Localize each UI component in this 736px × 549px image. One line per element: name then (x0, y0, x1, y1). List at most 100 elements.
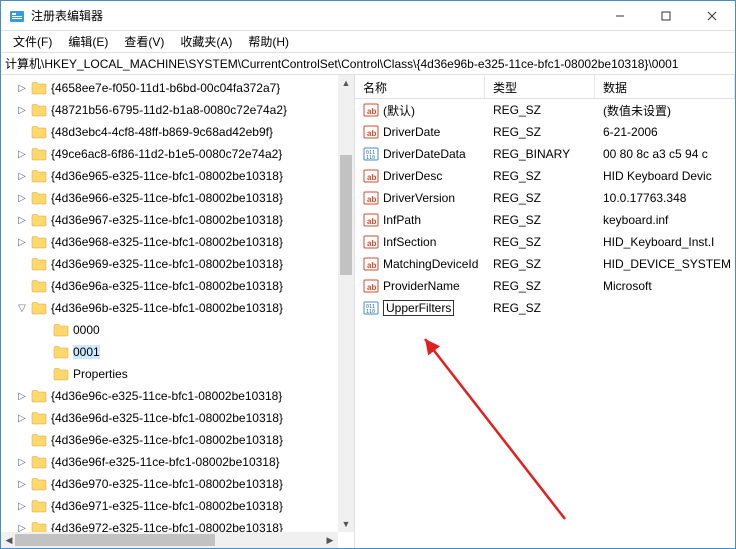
tree-panel: ▷{4658ee7e-f050-11d1-b6bd-00c04fa372a7}▷… (1, 75, 355, 548)
tree-item-label: 0000 (73, 323, 100, 337)
expand-toggle-icon[interactable]: ▷ (15, 213, 29, 227)
tree-item[interactable]: ▷{4d36e966-e325-11ce-bfc1-08002be10318} (1, 187, 338, 209)
tree-item[interactable]: ▷{4d36e967-e325-11ce-bfc1-08002be10318} (1, 209, 338, 231)
rename-input[interactable]: UpperFilters (383, 300, 454, 316)
tree-item-label: {48721b56-6795-11d2-b1a8-0080c72e74a2} (51, 103, 287, 117)
list-row[interactable]: abDriverVersionREG_SZ10.0.17763.348 (355, 187, 735, 209)
menu-edit[interactable]: 编辑(E) (60, 31, 116, 52)
tree-item[interactable]: 0000 (1, 319, 338, 341)
list-row[interactable]: abInfSectionREG_SZHID_Keyboard_Inst.I (355, 231, 735, 253)
menu-view[interactable]: 查看(V) (116, 31, 172, 52)
value-name: MatchingDeviceId (383, 257, 478, 271)
scroll-right-arrow-icon[interactable]: ▶ (322, 532, 338, 548)
tree-scrollbar-vertical[interactable]: ▲ ▼ (338, 75, 354, 532)
expand-toggle-icon[interactable] (15, 433, 29, 447)
folder-icon (31, 521, 47, 532)
expand-toggle-icon[interactable]: ▷ (15, 389, 29, 403)
list-row[interactable]: 011110UpperFiltersREG_SZ (355, 297, 735, 319)
value-type: REG_SZ (485, 103, 595, 117)
menu-file[interactable]: 文件(F) (5, 31, 60, 52)
tree-item[interactable]: ▽{4d36e96b-e325-11ce-bfc1-08002be10318} (1, 297, 338, 319)
tree-item[interactable]: {48d3ebc4-4cf8-48ff-b869-9c68ad42eb9f} (1, 121, 338, 143)
expand-toggle-icon[interactable]: ▷ (15, 411, 29, 425)
svg-text:ab: ab (367, 283, 376, 292)
tree-item[interactable]: Properties (1, 363, 338, 385)
tree-item-label: {4d36e96e-e325-11ce-bfc1-08002be10318} (51, 433, 283, 447)
value-type: REG_SZ (485, 279, 595, 293)
expand-toggle-icon[interactable]: ▷ (15, 169, 29, 183)
value-type: REG_BINARY (485, 147, 595, 161)
folder-icon (31, 103, 47, 117)
column-header-data[interactable]: 数据 (595, 75, 735, 98)
scroll-down-arrow-icon[interactable]: ▼ (338, 516, 354, 532)
list-row[interactable]: abDriverDateREG_SZ6-21-2006 (355, 121, 735, 143)
minimize-button[interactable] (597, 1, 643, 30)
string-value-icon: ab (363, 190, 379, 206)
addressbar[interactable]: 计算机\HKEY_LOCAL_MACHINE\SYSTEM\CurrentCon… (1, 53, 735, 75)
maximize-button[interactable] (643, 1, 689, 30)
expand-toggle-icon[interactable]: ▽ (15, 301, 29, 315)
value-name: DriverDate (383, 125, 440, 139)
folder-icon (31, 433, 47, 447)
tree-item[interactable]: ▷{4d36e972-e325-11ce-bfc1-08002be10318} (1, 517, 338, 532)
tree-item[interactable]: {4d36e96e-e325-11ce-bfc1-08002be10318} (1, 429, 338, 451)
tree-item[interactable]: {4d36e96a-e325-11ce-bfc1-08002be10318} (1, 275, 338, 297)
expand-toggle-icon[interactable] (37, 367, 51, 381)
tree-item-label: {49ce6ac8-6f86-11d2-b1e5-0080c72e74a2} (51, 147, 282, 161)
expand-toggle-icon[interactable]: ▷ (15, 235, 29, 249)
value-type: REG_SZ (485, 191, 595, 205)
expand-toggle-icon[interactable] (15, 125, 29, 139)
svg-text:ab: ab (367, 239, 376, 248)
tree-item[interactable]: ▷ {48721b56-6795-11d2-b1a8-0080c72e74a2} (1, 99, 338, 121)
tree-item[interactable]: ▷{4d36e96d-e325-11ce-bfc1-08002be10318} (1, 407, 338, 429)
tree[interactable]: ▷{4658ee7e-f050-11d1-b6bd-00c04fa372a7}▷… (1, 75, 338, 532)
folder-icon (31, 411, 47, 425)
expand-toggle-icon[interactable]: ▷ (15, 521, 29, 532)
list-row[interactable]: ab(默认)REG_SZ(数值未设置) (355, 99, 735, 121)
column-header-type[interactable]: 类型 (485, 75, 595, 98)
tree-item[interactable]: ▷{4d36e96f-e325-11ce-bfc1-08002be10318} (1, 451, 338, 473)
expand-toggle-icon[interactable] (37, 345, 51, 359)
string-value-icon: ab (363, 102, 379, 118)
tree-item[interactable]: ▷{4658ee7e-f050-11d1-b6bd-00c04fa372a7} (1, 77, 338, 99)
value-data: HID_Keyboard_Inst.I (595, 235, 735, 249)
expand-toggle-icon[interactable] (15, 257, 29, 271)
tree-item[interactable]: 0001 (1, 341, 338, 363)
tree-scrollbar-horizontal[interactable]: ◀ ▶ (1, 532, 338, 548)
expand-toggle-icon[interactable]: ▷ (15, 81, 29, 95)
tree-item[interactable]: ▷ {4d36e96c-e325-11ce-bfc1-08002be10318} (1, 385, 338, 407)
expand-toggle-icon[interactable]: ▷ (15, 191, 29, 205)
scroll-thumb[interactable] (340, 155, 352, 275)
tree-item[interactable]: ▷{4d36e970-e325-11ce-bfc1-08002be10318} (1, 473, 338, 495)
tree-item[interactable]: {4d36e969-e325-11ce-bfc1-08002be10318} (1, 253, 338, 275)
expand-toggle-icon[interactable] (15, 279, 29, 293)
close-button[interactable] (689, 1, 735, 30)
scroll-thumb[interactable] (15, 534, 215, 546)
list-row[interactable]: abInfPathREG_SZkeyboard.inf (355, 209, 735, 231)
tree-item[interactable]: ▷{4d36e971-e325-11ce-bfc1-08002be10318} (1, 495, 338, 517)
expand-toggle-icon[interactable]: ▷ (15, 499, 29, 513)
menu-favorites[interactable]: 收藏夹(A) (172, 31, 240, 52)
list-row[interactable]: abProviderNameREG_SZMicrosoft (355, 275, 735, 297)
scroll-up-arrow-icon[interactable]: ▲ (338, 75, 354, 91)
list-body[interactable]: ab(默认)REG_SZ(数值未设置)abDriverDateREG_SZ6-2… (355, 99, 735, 548)
column-header-name[interactable]: 名称 (355, 75, 485, 98)
value-type: REG_SZ (485, 257, 595, 271)
list-row[interactable]: abMatchingDeviceIdREG_SZHID_DEVICE_SYSTE… (355, 253, 735, 275)
list-row[interactable]: 011110DriverDateDataREG_BINARY00 80 8c a… (355, 143, 735, 165)
expand-toggle-icon[interactable]: ▷ (15, 147, 29, 161)
value-type: REG_SZ (485, 169, 595, 183)
expand-toggle-icon[interactable] (37, 323, 51, 337)
menubar: 文件(F) 编辑(E) 查看(V) 收藏夹(A) 帮助(H) (1, 31, 735, 53)
tree-item[interactable]: ▷ {49ce6ac8-6f86-11d2-b1e5-0080c72e74a2} (1, 143, 338, 165)
expand-toggle-icon[interactable]: ▷ (15, 477, 29, 491)
expand-toggle-icon[interactable]: ▷ (15, 103, 29, 117)
tree-item[interactable]: ▷{4d36e968-e325-11ce-bfc1-08002be10318} (1, 231, 338, 253)
tree-item-label: {4d36e96c-e325-11ce-bfc1-08002be10318} (51, 389, 282, 403)
tree-item[interactable]: ▷{4d36e965-e325-11ce-bfc1-08002be10318} (1, 165, 338, 187)
menu-help[interactable]: 帮助(H) (240, 31, 297, 52)
value-type: REG_SZ (485, 125, 595, 139)
value-data: (数值未设置) (595, 102, 735, 119)
list-row[interactable]: abDriverDescREG_SZHID Keyboard Devic (355, 165, 735, 187)
expand-toggle-icon[interactable]: ▷ (15, 455, 29, 469)
